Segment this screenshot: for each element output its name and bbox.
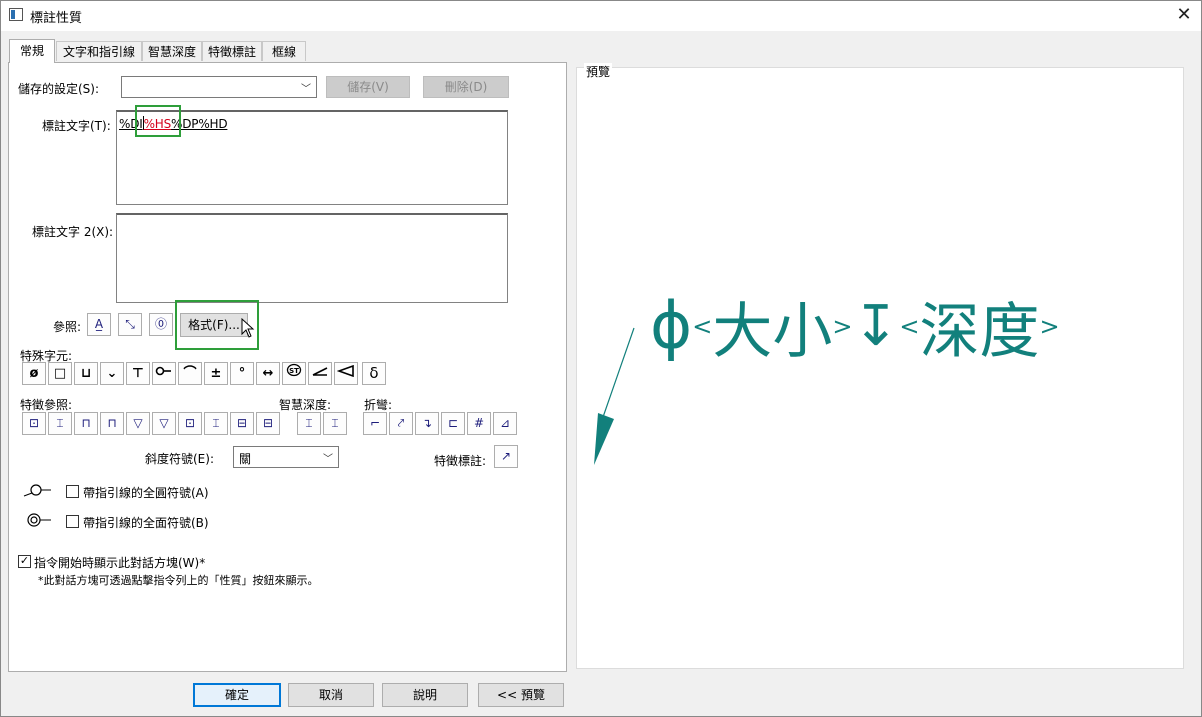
chevron-down-icon: ﹀ xyxy=(301,84,311,95)
tab-general[interactable]: 常規 xyxy=(9,39,55,63)
saved-settings-combo[interactable]: ﹀ xyxy=(121,76,317,98)
square-char-button[interactable]: □ xyxy=(48,362,72,385)
feature-ref-icon-8[interactable]: ⌶ xyxy=(204,412,228,435)
all-over-leader-label: 帶指引線的全面符號(B) xyxy=(83,516,209,530)
taper-icon xyxy=(336,364,354,378)
slope-symbol-label: 斜度符號(E): xyxy=(145,452,214,466)
preview-depth: 深度 xyxy=(919,297,1040,367)
save-button[interactable]: 儲存(V) xyxy=(326,76,410,98)
between-char-button[interactable]: ↔ xyxy=(256,362,280,385)
svg-text:ST: ST xyxy=(289,367,299,375)
depth-symbol: ↧ xyxy=(852,294,900,359)
all-around-leader-icon xyxy=(23,484,51,497)
ok-button[interactable]: 確定 xyxy=(193,683,281,707)
bend-icon-1[interactable]: ⌐ xyxy=(363,412,387,435)
tab-text-leader[interactable]: 文字和指引線 xyxy=(56,41,142,61)
insert-text-reference-icon[interactable]: A̲ xyxy=(87,313,111,336)
preview-lt-2: < xyxy=(899,312,920,341)
diameter-char-button[interactable]: ø xyxy=(22,362,46,385)
window-title: 標註性質 xyxy=(30,11,83,26)
all-over-leader-checkbox[interactable] xyxy=(66,515,79,528)
feature-ref-icon-2[interactable]: ⌶ xyxy=(48,412,72,435)
slope-icon xyxy=(312,367,328,376)
leader-arrow-icon xyxy=(594,327,635,465)
slope-symbol-value: 關 xyxy=(239,452,252,466)
feature-callout-label: 特徵標註: xyxy=(434,454,487,468)
slope-symbol-combo[interactable]: 關 ﹀ xyxy=(233,446,339,468)
smart-depth-icon-2[interactable]: ⌶ xyxy=(323,412,347,435)
show-dialog-label: 指令開始時顯示此對話方塊(W)* xyxy=(34,556,206,570)
origin-icon xyxy=(155,366,171,376)
all-around-leader-label: 帶指引線的全圓符號(A) xyxy=(83,486,209,500)
feature-ref-icon-1[interactable]: ⊡ xyxy=(22,412,46,435)
callout-text-label: 標註文字(T): xyxy=(42,119,111,133)
app-icon xyxy=(9,8,23,21)
preview-gt-2: > xyxy=(1039,312,1060,341)
tab-feature-callout[interactable]: 特徵標註 xyxy=(202,41,262,61)
show-dialog-note: *此對話方塊可透過點擊指令列上的「性質」按鈕來顯示。 xyxy=(38,574,319,587)
smart-depth-label: 智慧深度: xyxy=(279,398,332,412)
bend-icon-2[interactable]: ⤤ xyxy=(389,412,413,435)
preview-gt-1: > xyxy=(832,312,853,341)
countersink-char-button[interactable]: ⌄ xyxy=(100,362,124,385)
feature-ref-icon-10[interactable]: ⊟ xyxy=(256,412,280,435)
plus-minus-char-button[interactable]: ± xyxy=(204,362,228,385)
tab-border[interactable]: 框線 xyxy=(262,41,306,61)
depth-char-button[interactable]: ⊤ xyxy=(126,362,150,385)
highlight-box-token xyxy=(135,105,181,137)
feature-ref-icon-9[interactable]: ⊟ xyxy=(230,412,254,435)
insert-dimension-reference-icon[interactable]: ⤡ xyxy=(118,313,142,336)
help-button[interactable]: 說明 xyxy=(382,683,468,707)
feature-ref-icon-3[interactable]: ⊓ xyxy=(74,412,98,435)
chevron-down-icon: ﹀ xyxy=(323,454,333,465)
slope-char-button[interactable] xyxy=(308,362,332,385)
feature-callout-icon[interactable]: ↗ xyxy=(494,445,518,468)
preview-size: 大小 xyxy=(712,297,833,367)
title-bar xyxy=(0,0,1202,31)
bend-icon-4[interactable]: ⊏ xyxy=(441,412,465,435)
statistical-char-button[interactable]: ST xyxy=(282,362,306,385)
feature-reference-label: 特徵參照: xyxy=(20,398,73,412)
feature-ref-icon-5[interactable]: ▽ xyxy=(126,412,150,435)
all-around-leader-checkbox[interactable] xyxy=(66,485,79,498)
preview-label: 預覽 xyxy=(584,63,613,80)
counterbore-char-button[interactable]: ⊔ xyxy=(74,362,98,385)
feature-ref-icon-4[interactable]: ⊓ xyxy=(100,412,124,435)
mouse-cursor-icon xyxy=(241,318,255,338)
delete-button[interactable]: 刪除(D) xyxy=(423,76,509,98)
origin-char-button[interactable] xyxy=(152,362,176,385)
show-dialog-checkbox[interactable]: ✓ xyxy=(18,555,31,568)
preview-callout: ɸ<大小>↧<深度> xyxy=(650,283,1060,373)
diameter-symbol: ɸ xyxy=(650,289,693,364)
feature-ref-icon-7[interactable]: ⊡ xyxy=(178,412,202,435)
taper-char-button[interactable] xyxy=(334,362,358,385)
degree-char-button[interactable]: ° xyxy=(230,362,254,385)
bend-icon-5[interactable]: # xyxy=(467,412,491,435)
reference-label: 參照: xyxy=(53,320,82,334)
smart-depth-icon-1[interactable]: ⌶ xyxy=(297,412,321,435)
tab-smart-depth[interactable]: 智慧深度 xyxy=(142,41,202,61)
callout-text2-field[interactable] xyxy=(116,213,508,303)
statistical-icon: ST xyxy=(286,363,302,377)
callout-text2-label: 標註文字 2(X): xyxy=(32,225,114,239)
preview-lt-1: < xyxy=(692,312,713,341)
delta-char-button[interactable]: δ xyxy=(362,362,386,385)
bend-icon-6[interactable]: ⊿ xyxy=(493,412,517,435)
close-icon[interactable]: ✕ xyxy=(1170,2,1198,28)
bend-label: 折彎: xyxy=(364,398,393,412)
cancel-button[interactable]: 取消 xyxy=(288,683,374,707)
preview-toggle-button[interactable]: << 預覽 xyxy=(478,683,564,707)
insert-symbol-reference-icon[interactable]: ⓪ xyxy=(149,313,173,336)
feature-ref-icon-6[interactable]: ▽ xyxy=(152,412,176,435)
bend-icon-3[interactable]: ↴ xyxy=(415,412,439,435)
saved-settings-label: 儲存的設定(S): xyxy=(18,82,100,96)
all-over-leader-icon xyxy=(27,513,51,527)
arc-char-button[interactable]: ⌒ xyxy=(178,362,202,385)
